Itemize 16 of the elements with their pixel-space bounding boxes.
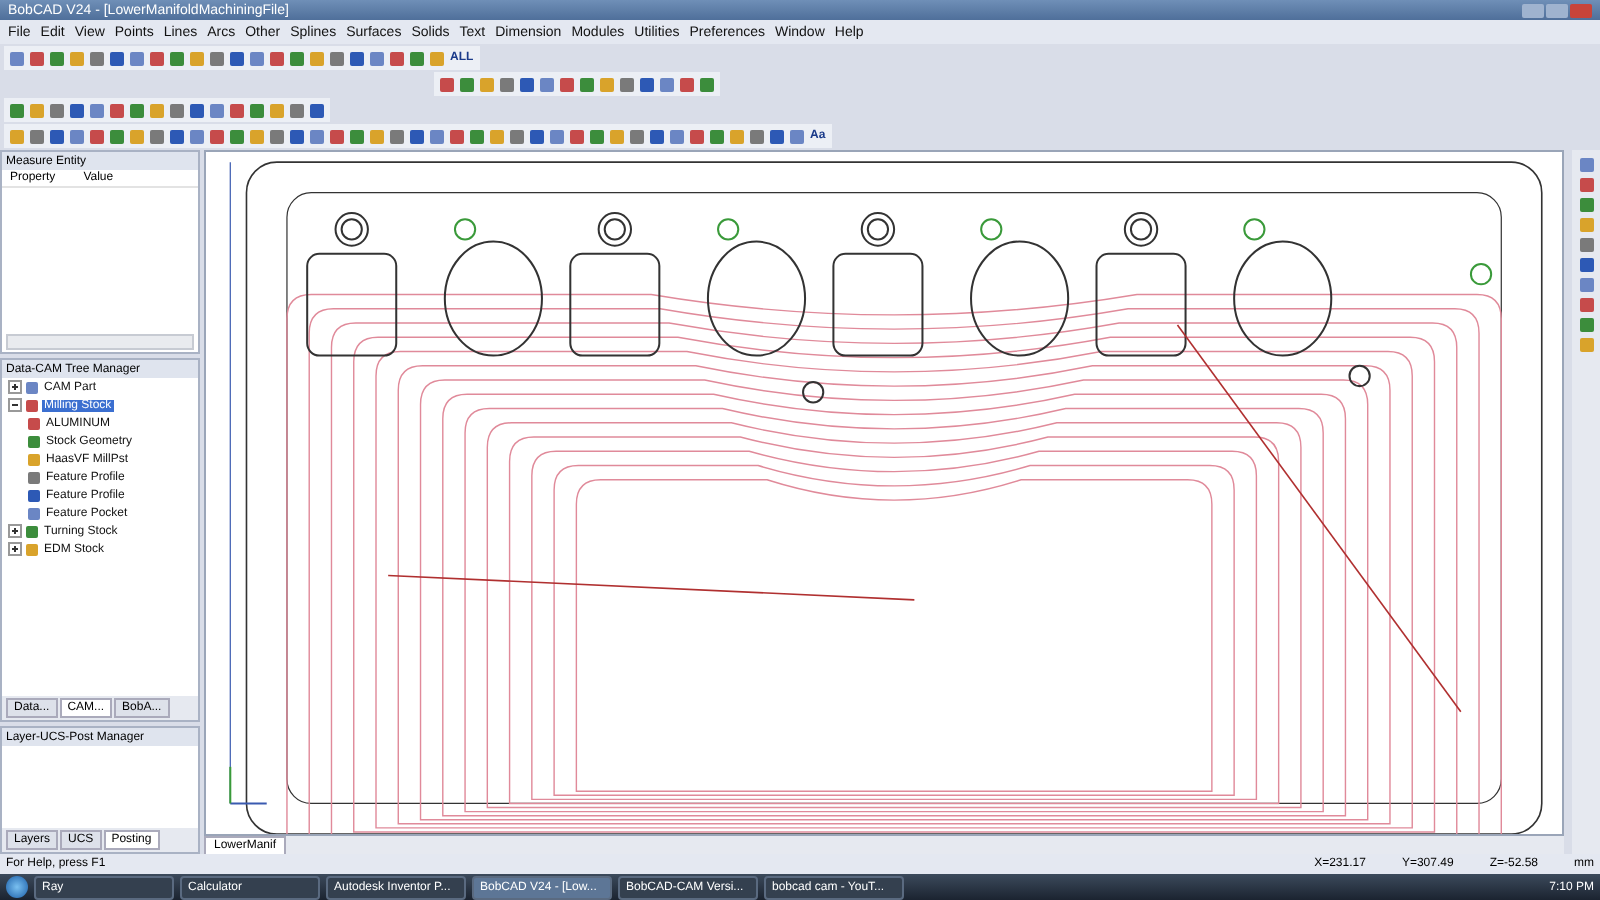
node-icon — [28, 471, 40, 483]
node-icon — [28, 507, 40, 519]
node-icon — [28, 435, 40, 447]
node-icon — [26, 543, 38, 555]
node-icon — [26, 381, 38, 393]
scrollbar[interactable] — [6, 334, 194, 350]
expand-icon[interactable] — [8, 380, 22, 394]
node-icon — [28, 453, 40, 465]
expand-icon[interactable] — [8, 542, 22, 556]
start-button[interactable] — [6, 876, 28, 898]
node-icon — [26, 525, 38, 537]
node-icon — [28, 489, 40, 501]
collapse-icon[interactable] — [8, 398, 22, 412]
node-icon — [26, 399, 38, 411]
node-icon — [28, 417, 40, 429]
expand-icon[interactable] — [8, 524, 22, 538]
